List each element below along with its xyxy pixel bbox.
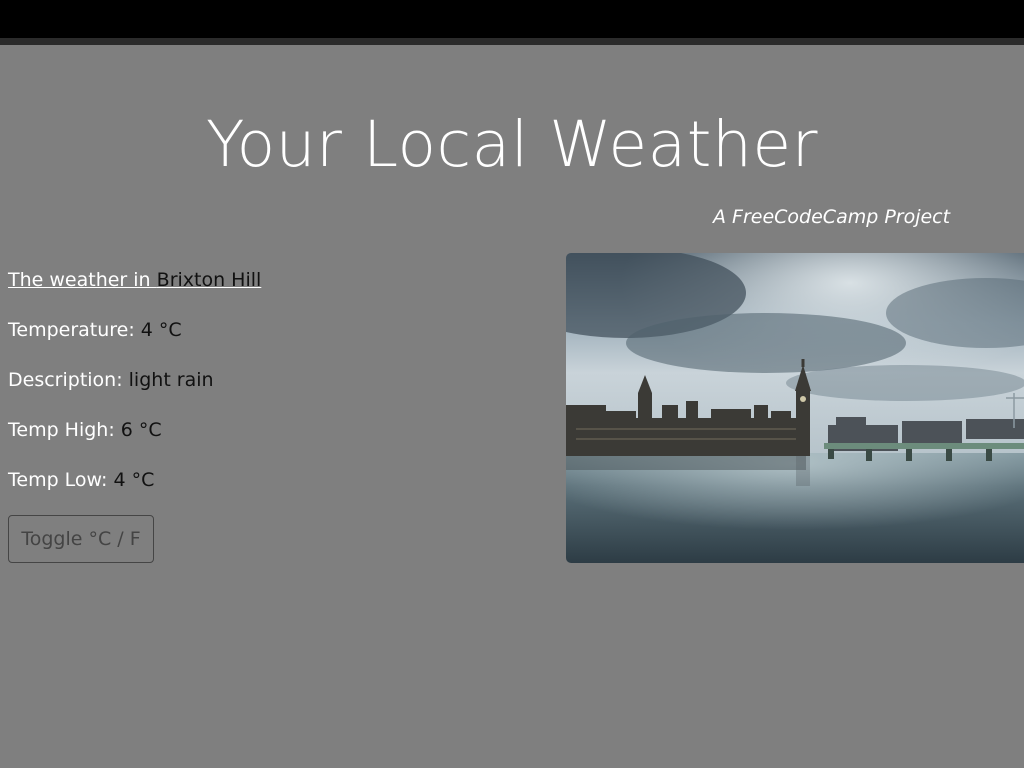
browser-top-bar — [0, 0, 1024, 45]
page-subtitle: A FreeCodeCamp Project — [713, 206, 951, 228]
temperature-row: Temperature: 4 °C — [8, 317, 261, 367]
weather-page: Your Local Weather A FreeCodeCamp Projec… — [0, 45, 1024, 768]
temp-high-label: Temp High: — [8, 419, 121, 441]
description-label: Description: — [8, 369, 129, 391]
description-value: light rain — [128, 369, 214, 391]
london-westminster-photo — [566, 253, 1024, 563]
temperature-value: 4 °C — [140, 319, 182, 341]
temperature-label: Temperature: — [8, 319, 141, 341]
temp-low-row: Temp Low: 4 °C — [8, 467, 261, 517]
temp-low-label: Temp Low: — [8, 469, 114, 491]
toggle-unit-button[interactable]: Toggle °C / F — [8, 515, 154, 563]
temp-low-value: 4 °C — [113, 469, 155, 491]
weather-info: The weather in Brixton Hill Temperature:… — [8, 267, 261, 517]
description-row: Description: light rain — [8, 367, 261, 417]
temp-high-value: 6 °C — [120, 419, 162, 441]
weather-location-row: The weather in Brixton Hill — [8, 267, 261, 317]
weather-location-link[interactable]: The weather in Brixton Hill — [8, 269, 261, 291]
weather-link-prefix: The weather in — [8, 269, 157, 291]
page-title: Your Local Weather — [205, 108, 819, 181]
city-name: Brixton Hill — [156, 269, 262, 291]
temp-high-row: Temp High: 6 °C — [8, 417, 261, 467]
